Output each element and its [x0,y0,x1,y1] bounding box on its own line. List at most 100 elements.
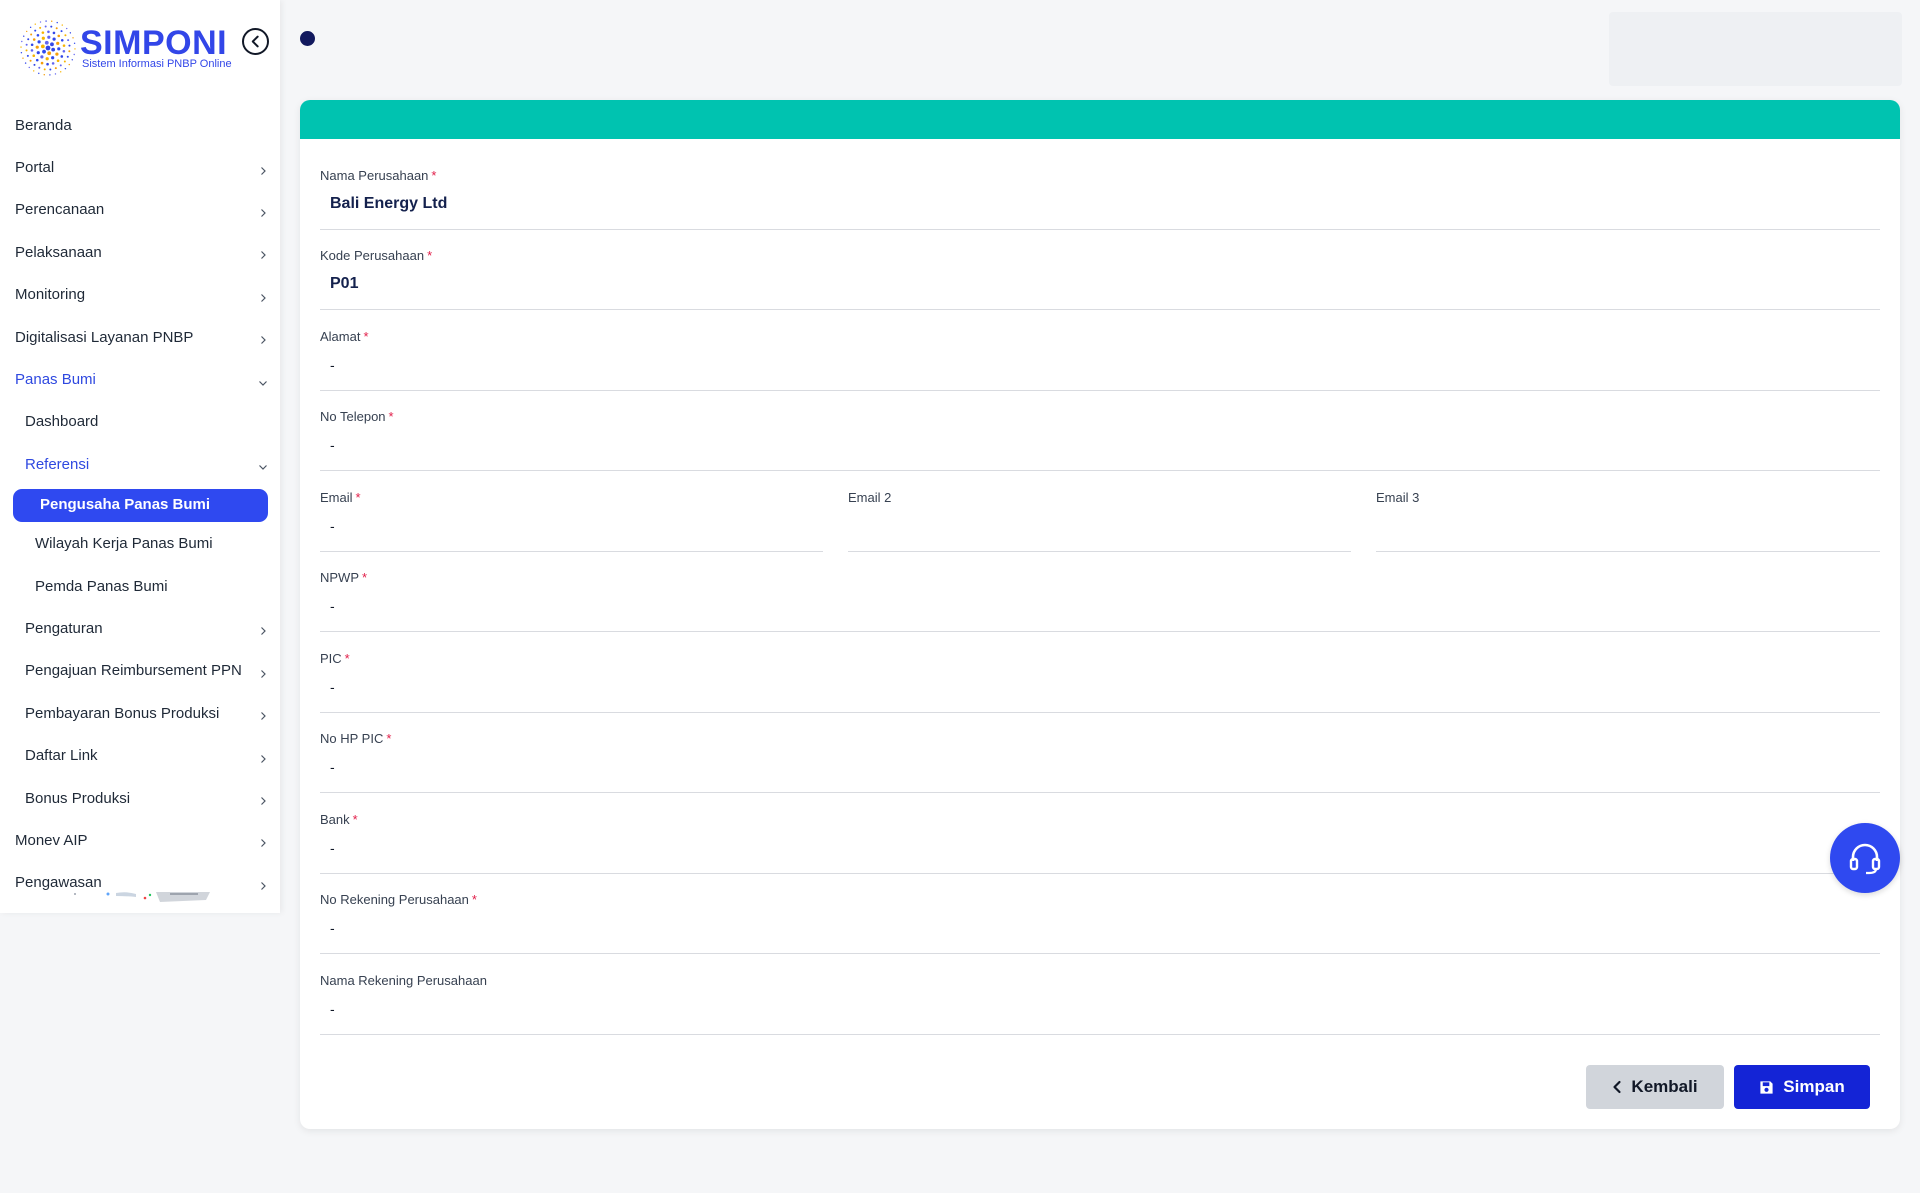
email-input[interactable]: - [330,512,813,540]
sidebar-item-pengajuan-reimbursement-ppn[interactable]: Pengajuan Reimbursement PPN [0,650,280,692]
sidebar-item-perencanaan[interactable]: Perencanaan [0,189,280,231]
sidebar-item-panas-bumi[interactable]: Panas Bumi [0,358,280,400]
no-telepon-input[interactable]: - [330,431,1870,459]
npwp-input[interactable]: - [330,592,1870,620]
email-3-field[interactable]: Email 3 [1376,490,1880,552]
sidebar-menu: Beranda Portal Perencanaan Pelaksanaan M… [0,104,280,904]
sidebar-item-label: Pengaturan [25,619,103,637]
sidebar-item-label: Digitalisasi Layanan PNBP [15,328,194,346]
sidebar-item-label: Portal [15,159,55,177]
nama-perusahaan-field[interactable]: Nama Perusahaan * Bali Energy Ltd [320,168,1880,230]
sidebar-item-label: Referensi [25,455,90,473]
no-telepon-field[interactable]: No Telepon * - [320,409,1880,471]
chevron-right-icon [258,205,268,217]
chevron-right-icon [258,623,268,636]
pic-field[interactable]: PIC * - [320,651,1880,713]
sidebar-item-daftar-link[interactable]: Daftar Link [0,734,280,776]
save-button[interactable]: Simpan [1734,1065,1870,1109]
chevron-right-icon [258,835,268,848]
email-2-field[interactable]: Email 2 [848,490,1351,552]
field-label: NPWP * [320,570,368,585]
sidebar-item-label: Perencanaan [15,201,105,219]
sidebar-item-pelaksanaan[interactable]: Pelaksanaan [0,231,280,273]
no-hp-pic-field[interactable]: No HP PIC * - [320,731,1880,793]
no-hp-pic-input[interactable]: - [330,753,1870,781]
email-field[interactable]: Email * - [320,490,823,552]
sidebar-item-label: Bonus Produksi [25,789,131,807]
chevron-left-icon [251,35,259,48]
sidebar-item-monitoring[interactable]: Monitoring [0,274,280,316]
chevron-right-icon [258,247,268,260]
sidebar-item-label: Pembayaran Bonus Produksi [25,704,220,722]
field-label: Nama Rekening Perusahaan [320,973,487,988]
chevron-down-icon [258,375,268,386]
sidebar-item-beranda[interactable]: Beranda [0,104,280,146]
chevron-right-icon [258,878,268,890]
email-3-input[interactable] [1386,512,1870,540]
back-button[interactable]: Kembali [1586,1065,1724,1109]
sidebar-item-monev-aip[interactable]: Monev AIP [0,819,280,861]
status-dot [300,31,315,46]
sidebar-item-label: Beranda [15,116,72,134]
chevron-right-icon [258,666,268,678]
simponi-logo-icon [20,20,76,76]
sidebar-item-pengusaha-panas-bumi[interactable]: Pengusaha Panas Bumi [0,486,280,523]
no-rekening-input[interactable]: - [330,914,1870,942]
sidebar-item-bonus-produksi[interactable]: Bonus Produksi [0,777,280,819]
back-button-label: Kembali [1631,1077,1698,1096]
chevron-right-icon [258,793,268,805]
sidebar: SIMPONI Sistem Informasi PNBP Online Ber… [0,0,280,913]
no-rekening-field[interactable]: No Rekening Perusahaan * - [320,892,1880,954]
floppy-disk-icon [1760,1080,1773,1094]
sidebar-item-referensi[interactable]: Referensi [0,443,280,485]
sidebar-item-label: Pengawasan [15,874,102,892]
alamat-input[interactable]: - [330,351,1870,379]
help-chat-button[interactable] [1830,823,1900,893]
kode-perusahaan-field[interactable]: Kode Perusahaan * P01 [320,248,1880,310]
user-profile-panel[interactable] [1609,12,1902,86]
brand-subtitle: Sistem Informasi PNBP Online [82,58,232,70]
nama-rekening-input[interactable]: - [330,995,1870,1023]
sidebar-item-label: Pengusaha Panas Bumi [40,495,211,513]
sidebar-item-label: Pengajuan Reimbursement PPN [25,662,242,680]
sidebar-item-wilayah-kerja-panas-bumi[interactable]: Wilayah Kerja Panas Bumi [0,523,280,565]
sidebar-item-label: Wilayah Kerja Panas Bumi [35,535,213,553]
nama-perusahaan-input[interactable]: Bali Energy Ltd [330,190,1870,218]
sidebar-item-dashboard[interactable]: Dashboard [0,401,280,443]
sidebar-item-portal[interactable]: Portal [0,146,280,188]
kode-perusahaan-input[interactable]: P01 [330,270,1870,298]
alamat-field[interactable]: Alamat * - [320,329,1880,391]
field-label: PIC * [320,651,350,666]
field-label: No Rekening Perusahaan * [320,892,477,907]
sidebar-item-pembayaran-bonus-produksi[interactable]: Pembayaran Bonus Produksi [0,692,280,734]
nama-rekening-field[interactable]: Nama Rekening Perusahaan - [320,973,1880,1035]
sidebar-collapse-button[interactable] [242,28,269,55]
sidebar-item-label: Dashboard [25,413,99,431]
chevron-right-icon [258,751,268,763]
sidebar-item-digitalisasi-layanan[interactable]: Digitalisasi Layanan PNBP [0,316,280,358]
chevron-right-icon [258,708,268,721]
sidebar-item-pengaturan[interactable]: Pengaturan [0,607,280,649]
company-form-card: Nama Perusahaan * Bali Energy Ltd Kode Pe… [300,100,1900,1129]
bank-field[interactable]: Bank * - [320,812,1880,874]
chevron-left-icon [1613,1080,1622,1094]
field-label: Email 3 [1376,490,1420,505]
sidebar-item-label: Daftar Link [25,747,98,765]
headset-icon [1849,843,1881,875]
pic-input[interactable]: - [330,673,1870,701]
chevron-down-icon [258,459,268,471]
field-label: No HP PIC * [320,731,392,746]
save-button-label: Simpan [1783,1077,1845,1096]
sidebar-item-label: Pelaksanaan [15,243,102,261]
sidebar-item-pemda-panas-bumi[interactable]: Pemda Panas Bumi [0,565,280,607]
field-label: No Telepon * [320,409,394,424]
chevron-right-icon [258,290,268,302]
field-label: Email 2 [848,490,892,505]
sidebar-decorative-graphic [74,892,210,902]
sidebar-item-label: Pemda Panas Bumi [35,577,168,595]
email-2-input[interactable] [858,512,1341,540]
sidebar-item-label: Monev AIP [15,831,88,849]
bank-input[interactable]: - [330,834,1870,862]
npwp-field[interactable]: NPWP * - [320,570,1880,632]
field-label: Kode Perusahaan * [320,248,433,263]
